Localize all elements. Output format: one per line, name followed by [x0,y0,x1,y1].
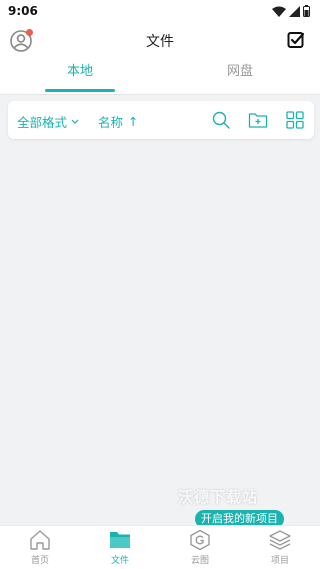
sort-label: 名称 [98,115,124,130]
folder-icon [110,532,130,548]
wifi-icon [272,6,286,17]
nav-item-projects[interactable]: 项目 [240,526,320,569]
nav-label-cloud-map: 云图 [190,556,209,566]
sort-arrow-icon: ↑ [128,114,139,129]
battery-icon [303,5,310,17]
storage-tabs: 本地 网盘 [0,58,320,94]
checkbox-icon [287,32,305,48]
chevron-down-icon [71,119,79,124]
sort-button[interactable]: 名称 ↑ [98,112,139,131]
tab-cloud-drive[interactable]: 网盘 [160,58,320,94]
cloud-logo-icon [190,529,210,551]
search-button[interactable] [211,110,231,130]
nav-label-home: 首页 [30,556,49,566]
tab-cloud-drive-label: 网盘 [226,64,253,79]
status-icons [272,5,310,17]
new-folder-button[interactable] [248,110,268,130]
view-mode-button[interactable] [285,110,305,130]
page-title: 文件 [146,34,174,50]
tab-active-indicator [45,89,115,92]
nav-label-files: 文件 [110,556,129,566]
signal-icon [289,5,300,17]
nav-item-cloud-map[interactable]: 云图 [160,526,240,569]
nav-item-home[interactable]: 首页 [0,526,80,569]
format-filter-dropdown[interactable]: 全部格式 [17,112,79,131]
tab-local[interactable]: 本地 [0,58,160,94]
layers-icon [269,530,291,550]
tab-local-label: 本地 [66,64,93,79]
header: 文件 [0,22,320,58]
file-list [0,145,320,525]
nav-item-files[interactable]: 文件 [80,526,160,569]
status-time: 9:06 [8,4,38,18]
add-folder-icon [248,113,268,128]
filter-bar: 全部格式 名称 ↑ [8,101,314,139]
bottom-nav: 首页 文件 云图 项目 [0,525,320,569]
nav-label-projects: 项目 [270,556,289,566]
watermark-text: 沃德下载站 [178,488,259,506]
grid-view-icon [286,111,304,129]
format-filter-label: 全部格式 [17,115,68,130]
status-bar: 9:06 [0,0,320,22]
tabs-divider [0,94,320,95]
search-icon [212,111,230,129]
home-icon [30,530,50,550]
multi-select-button[interactable] [286,30,306,50]
